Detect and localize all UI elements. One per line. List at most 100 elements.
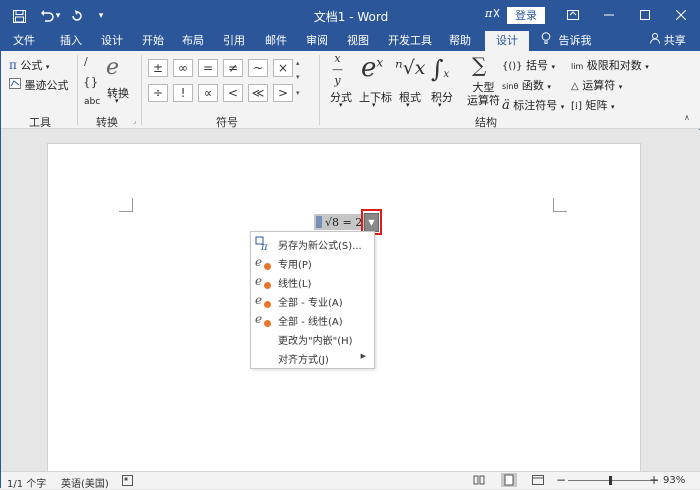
symbol-greater-than[interactable]: > xyxy=(273,84,293,102)
menu-item-all-professional[interactable]: e 全部 - 专业(A) xyxy=(251,291,374,310)
menu-item-linear[interactable]: e 线性(L) xyxy=(251,272,374,291)
chevron-up-icon[interactable]: ▴ xyxy=(296,59,300,67)
menu-item-label: 专用(P) xyxy=(278,260,312,271)
menu-item-professional[interactable]: e 专用(P) xyxy=(251,253,374,272)
ink-equation-icon xyxy=(9,78,25,92)
tab-developer[interactable]: 开发工具 xyxy=(385,31,435,51)
radical-icon: ⁿ√x xyxy=(395,57,426,79)
equation-object[interactable]: √8 = 2 xyxy=(314,214,367,230)
status-bar: 1/1 个字 英语(美国) − + 93% xyxy=(1,471,700,490)
login-button[interactable]: 登录 xyxy=(507,7,545,24)
tab-insert[interactable]: 插入 xyxy=(56,31,86,51)
text-abc[interactable]: abc xyxy=(84,97,100,107)
chevron-down-icon: ▾ xyxy=(438,101,442,109)
chevron-down-icon: ▾ xyxy=(406,101,410,109)
ink-equation-button[interactable]: 墨迹公式 xyxy=(9,77,69,93)
braces-icon[interactable]: {} xyxy=(83,75,98,89)
tab-references[interactable]: 引用 xyxy=(219,31,249,51)
equation-tools-icon: π xyxy=(484,6,501,23)
tab-file[interactable]: 文件 xyxy=(9,31,39,51)
zoom-level[interactable]: 93% xyxy=(663,475,685,486)
conversions-group-label: 转换 xyxy=(96,116,118,129)
zoom-slider[interactable] xyxy=(568,480,658,481)
more-icon[interactable]: ▾ xyxy=(296,89,300,97)
operator-button[interactable]: △ 运算符 ▾ xyxy=(571,77,622,93)
menu-item-all-linear[interactable]: e 全部 - 线性(A) xyxy=(251,310,374,329)
function-button[interactable]: sinθ 函数 ▾ xyxy=(502,77,551,93)
menu-item-label: 线性(L) xyxy=(278,279,312,290)
symbol-less-than[interactable]: < xyxy=(223,84,243,102)
symbol-plus-minus[interactable]: ± xyxy=(148,59,168,77)
zoom-in-button[interactable]: + xyxy=(649,473,659,487)
title-bar: ▾ ▾ 文档1 - Word π 登录 xyxy=(1,1,700,31)
equation-label: 公式 xyxy=(20,59,43,72)
chevron-right-icon: ▶ xyxy=(360,352,366,360)
equation-button[interactable]: π 公式 ▾ xyxy=(9,57,49,73)
gallery-scroll[interactable]: ▴ ▾ ▾ xyxy=(296,59,306,103)
matrix-button[interactable]: [⁞] 矩阵 ▾ xyxy=(571,97,615,113)
tab-layout[interactable]: 布局 xyxy=(178,31,208,51)
operator-icon: △ xyxy=(571,81,579,92)
tab-mailings[interactable]: 邮件 xyxy=(261,31,291,51)
pi-icon: π xyxy=(9,58,17,72)
symbol-times[interactable]: × xyxy=(273,59,293,77)
professional-format-icon[interactable]: ∕ xyxy=(84,55,88,68)
limit-button[interactable]: lim 极限和对数 ▾ xyxy=(571,57,649,73)
symbol-factorial[interactable]: ! xyxy=(173,84,193,102)
convert-icon[interactable]: e xyxy=(106,55,119,80)
tab-home[interactable]: 开始 xyxy=(138,31,168,51)
ribbon-display-options-icon[interactable] xyxy=(555,1,591,29)
symbol-tilde[interactable]: ~ xyxy=(248,59,268,77)
menu-item-save-as-new[interactable]: π 另存为新公式(S)... xyxy=(251,234,374,253)
equation-handle[interactable] xyxy=(316,216,322,228)
maximize-icon[interactable] xyxy=(627,1,663,29)
menu-item-label: 更改为"内嵌"(H) xyxy=(278,336,353,347)
chevron-down-icon: ▾ xyxy=(618,83,623,91)
tell-me-search[interactable]: 告诉我 xyxy=(541,31,601,51)
lightbulb-icon xyxy=(541,31,555,51)
structures-group-label: 结构 xyxy=(475,116,497,129)
tab-help[interactable]: 帮助 xyxy=(445,31,475,51)
symbol-proportional[interactable]: ∝ xyxy=(198,84,218,102)
zoom-slider-thumb[interactable] xyxy=(609,476,612,485)
symbols-group-label: 符号 xyxy=(216,116,238,129)
accent-icon: ä xyxy=(502,98,510,113)
svg-text:π: π xyxy=(260,242,268,251)
dialog-launcher-icon[interactable]: ⌟ xyxy=(133,117,136,125)
accent-label: 标注符号 xyxy=(513,99,558,112)
symbol-much-less[interactable]: ≪ xyxy=(248,84,268,102)
print-layout-icon[interactable] xyxy=(501,473,517,487)
limit-icon: lim xyxy=(571,62,584,71)
bracket-button[interactable]: {()} 括号 ▾ xyxy=(502,57,555,73)
symbol-not-equal[interactable]: ≠ xyxy=(223,59,243,77)
macro-record-icon[interactable] xyxy=(122,475,133,489)
large-operator-button[interactable]: 大型 运算符 xyxy=(467,81,500,107)
symbol-infinity[interactable]: ∞ xyxy=(173,59,193,77)
read-mode-icon[interactable] xyxy=(473,475,485,488)
group-divider xyxy=(141,55,142,125)
integral-icon: ∫x xyxy=(431,55,450,83)
chevron-down-icon[interactable]: ▾ xyxy=(296,73,300,81)
convert-chevron-icon[interactable]: ▾ xyxy=(115,97,119,105)
share-button[interactable]: 共享 xyxy=(643,31,693,51)
menu-item-change-to-inline[interactable]: 更改为"内嵌"(H) xyxy=(251,329,374,348)
minimize-icon[interactable] xyxy=(591,1,627,29)
tab-review[interactable]: 审阅 xyxy=(302,31,332,51)
web-layout-icon[interactable] xyxy=(532,475,544,488)
symbol-divide[interactable]: ÷ xyxy=(148,84,168,102)
chevron-down-icon: ▾ xyxy=(547,83,551,91)
person-icon xyxy=(650,33,664,47)
zoom-out-button[interactable]: − xyxy=(556,473,566,487)
accent-button[interactable]: ä 标注符号 ▾ xyxy=(502,97,564,113)
tab-view[interactable]: 视图 xyxy=(343,31,373,51)
integral-button[interactable]: 积分 xyxy=(431,89,453,105)
collapse-ribbon-icon[interactable]: ∧ xyxy=(684,113,690,122)
close-icon[interactable] xyxy=(663,1,699,29)
tab-design[interactable]: 设计 xyxy=(97,31,127,51)
menu-item-justification[interactable]: 对齐方式(J) ▶ xyxy=(251,348,374,367)
radical-button[interactable]: 根式 xyxy=(399,89,421,105)
tab-equation-design[interactable]: 设计 xyxy=(485,31,529,51)
bracket-icon: {()} xyxy=(502,61,523,72)
symbol-equals[interactable]: = xyxy=(198,59,218,77)
large-operator-icon: ∑ xyxy=(472,53,487,77)
